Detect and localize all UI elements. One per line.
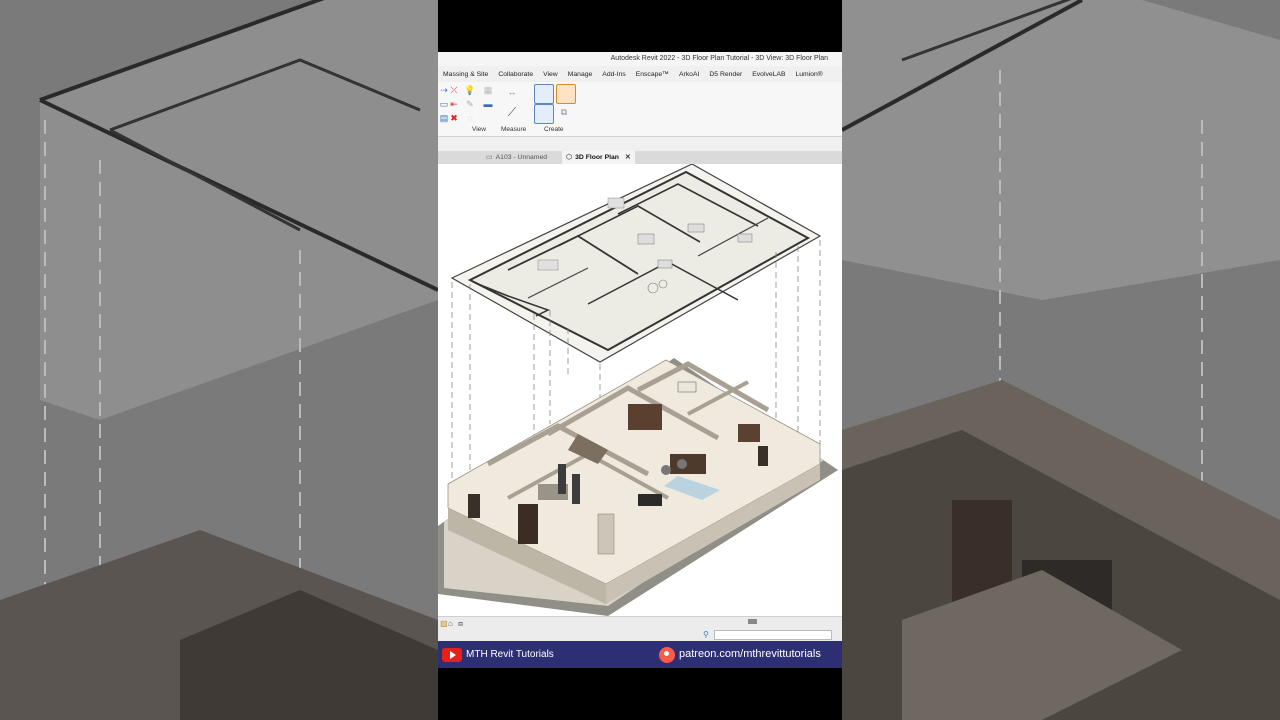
- tab-a103-label: A103 - Unnamed: [495, 154, 548, 161]
- youtube-icon: [442, 648, 462, 662]
- sheet-icon: ▭: [486, 154, 493, 161]
- filter-icon[interactable]: ⚲: [703, 630, 709, 639]
- 3d-viewport[interactable]: [438, 163, 842, 616]
- revit-window: Autodesk Revit 2022 - 3D Floor Plan Tuto…: [438, 52, 842, 641]
- create-similar-icon[interactable]: [534, 84, 554, 104]
- measure-between-icon[interactable]: ↔: [502, 86, 522, 98]
- tab-3d-floor-plan-label: 3D Floor Plan: [575, 154, 619, 161]
- menu-massing-site[interactable]: Massing & Site: [438, 69, 493, 81]
- view-tab-strip: ▭ A103 - Unnamed ⬡ 3D Floor Plan ✕: [438, 151, 842, 164]
- group-label-measure: Measure: [501, 126, 527, 133]
- measure-along-icon[interactable]: ⟋: [504, 106, 520, 118]
- group-label-create: Create: [544, 126, 564, 133]
- ribbon-panel: ⇢ ▭ ▤ ⤫ ⇤ ✖ 💡 ✎ ◌ ▦ ▬ View ↔ ⟋ Measure ⧉…: [438, 82, 842, 137]
- menu-lumion[interactable]: Lumion®: [791, 69, 828, 81]
- patreon-icon: [659, 647, 675, 663]
- background-blur-right: [842, 0, 1280, 720]
- ribbon-tab-bar: Massing & Site Collaborate View Manage A…: [438, 69, 842, 81]
- override-graphics-icon[interactable]: ✎: [464, 98, 476, 110]
- 3d-house-model: [438, 358, 838, 616]
- menu-add-ins[interactable]: Add-Ins: [597, 69, 630, 81]
- video-frame: Autodesk Revit 2022 - 3D Floor Plan Tuto…: [438, 0, 842, 720]
- detail-level-icon[interactable]: ⌂: [448, 619, 453, 628]
- background-blur-left: [0, 0, 438, 720]
- menu-manage[interactable]: Manage: [563, 69, 598, 81]
- scale-icon[interactable]: ▨: [440, 619, 448, 628]
- menu-arkoai[interactable]: ArkoAI: [674, 69, 704, 81]
- menu-collaborate[interactable]: Collaborate: [493, 69, 538, 81]
- tab-a103[interactable]: ▭ A103 - Unnamed: [482, 151, 551, 164]
- channel-banner: MTH Revit Tutorials patreon.com/mthrevit…: [438, 641, 842, 668]
- split-icon[interactable]: ⇤: [448, 98, 460, 110]
- status-bar: ▨ ⌂ ⧈ ⚲: [438, 616, 842, 641]
- thin-lines-icon[interactable]: ▦: [482, 84, 494, 96]
- menu-enscape[interactable]: Enscape™: [631, 69, 674, 81]
- create-assembly-icon[interactable]: ⧉: [558, 106, 570, 118]
- window-title: Autodesk Revit 2022 - 3D Floor Plan Tuto…: [438, 52, 842, 66]
- unpin-icon[interactable]: ⤫: [448, 84, 460, 96]
- selection-filter-field[interactable]: [714, 630, 832, 640]
- menu-d5-render[interactable]: D5 Render: [704, 69, 747, 81]
- menu-evolvelab[interactable]: EvolveLAB: [747, 69, 790, 81]
- section-box-icon[interactable]: ▬: [482, 98, 494, 110]
- floor-plan-slab: [450, 163, 822, 363]
- 3d-view-icon: ⬡: [566, 154, 573, 161]
- exploded-floor-plan-drawing: [438, 163, 838, 616]
- menu-view[interactable]: View: [538, 69, 563, 81]
- hide-element-icon[interactable]: 💡: [464, 84, 476, 96]
- group-label-view: View: [472, 126, 486, 133]
- linework-icon[interactable]: ◌: [464, 112, 476, 124]
- close-tab-icon[interactable]: ✕: [625, 154, 631, 161]
- create-parts-icon[interactable]: [534, 104, 554, 124]
- delete-icon[interactable]: ✖: [448, 112, 460, 124]
- scrollbar-thumb[interactable]: [748, 619, 757, 624]
- youtube-channel-label: MTH Revit Tutorials: [466, 649, 554, 660]
- create-group-icon[interactable]: [556, 84, 576, 104]
- visual-style-icon[interactable]: ⧈: [458, 619, 463, 629]
- tab-3d-floor-plan[interactable]: ⬡ 3D Floor Plan ✕: [562, 151, 635, 164]
- patreon-link[interactable]: patreon.com/mthrevittutorials: [679, 647, 821, 661]
